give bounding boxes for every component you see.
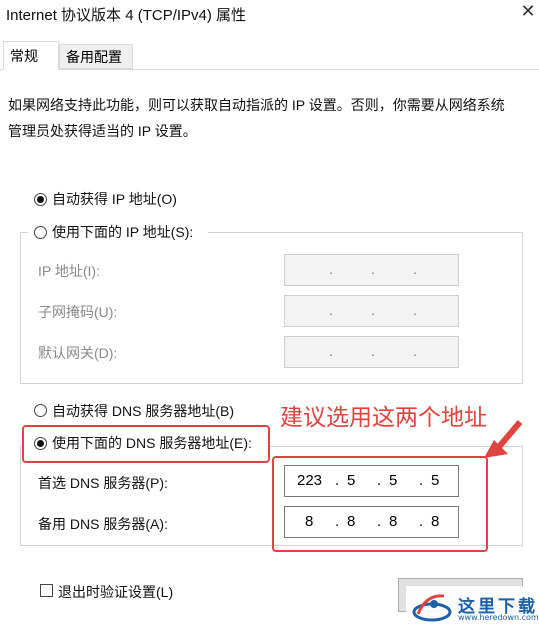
validate-label: 退出时验证设置(L) [58, 584, 174, 600]
tab-general[interactable]: 常规 [3, 41, 59, 70]
tab-alternate-config[interactable]: 备用配置 [59, 44, 133, 69]
validate-checkbox[interactable] [40, 584, 53, 597]
radio-auto-ip[interactable] [34, 193, 47, 206]
annotation-box-dns-addresses [272, 456, 488, 552]
manual-dns-label: 使用下面的 DNS 服务器地址(E): [52, 435, 252, 451]
subnet-mask-label: 子网掩码(U): [38, 304, 118, 320]
close-icon[interactable]: ✕ [520, 2, 536, 20]
alternate-dns-label: 备用 DNS 服务器(A): [38, 516, 168, 532]
ip-address-label: IP 地址(I): [38, 263, 100, 279]
watermark-logo-icon [412, 594, 452, 622]
auto-ip-label: 自动获得 IP 地址(O) [52, 191, 177, 207]
default-gateway-field[interactable]: ... [284, 336, 459, 368]
default-gateway-label: 默认网关(D): [38, 345, 118, 361]
annotation-text: 建议选用这两个地址 [280, 404, 487, 430]
watermark-url: www.heredown.com [458, 613, 539, 622]
window-title: Internet 协议版本 4 (TCP/IPv4) 属性 [6, 7, 247, 24]
preferred-dns-label: 首选 DNS 服务器(P): [38, 475, 168, 491]
radio-manual-ip[interactable] [34, 226, 47, 239]
ip-address-field[interactable]: ... [284, 254, 459, 286]
annotation-arrow-icon [484, 420, 523, 458]
subnet-mask-field[interactable]: ... [284, 295, 459, 327]
description-text: 如果网络支持此功能，则可以获取自动指派的 IP 设置。否则，你需要从网络系统管理… [8, 97, 505, 139]
auto-dns-label: 自动获得 DNS 服务器地址(B) [52, 403, 234, 419]
radio-manual-dns[interactable] [34, 437, 47, 450]
radio-auto-dns[interactable] [34, 404, 47, 417]
manual-ip-label: 使用下面的 IP 地址(S): [52, 224, 194, 240]
